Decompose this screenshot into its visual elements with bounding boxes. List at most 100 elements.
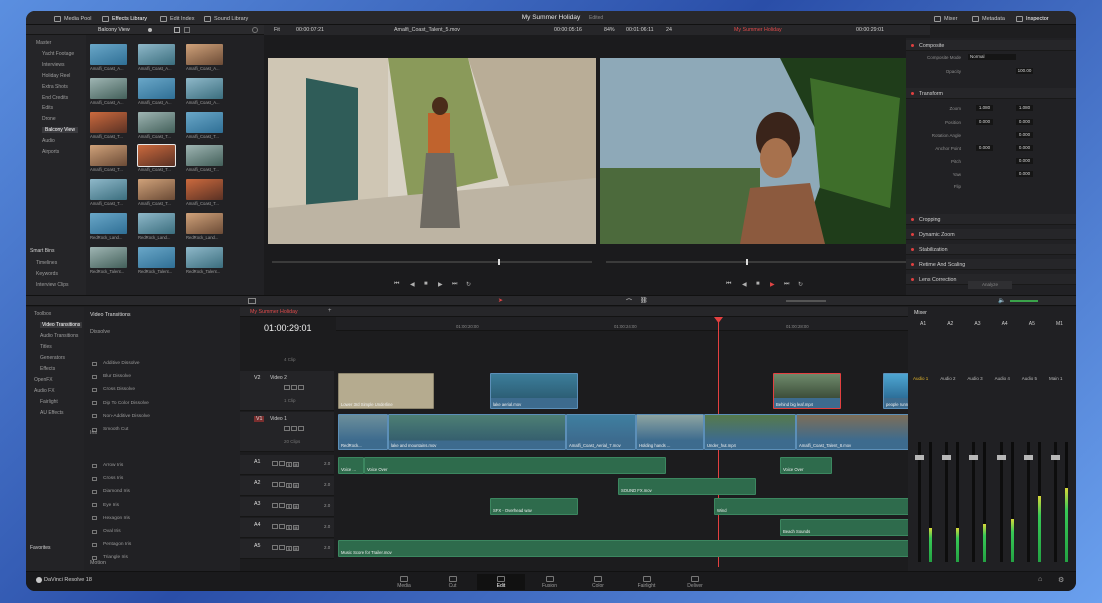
eye-icon[interactable] (291, 426, 297, 431)
list-view-icon[interactable] (184, 27, 190, 33)
inspector-section[interactable]: Retime And Scaling (906, 259, 1076, 270)
section-toggle-icon[interactable] (911, 92, 914, 95)
transition-item[interactable]: Cross Dissolve (92, 387, 135, 392)
record-zoom[interactable]: 84% (604, 27, 615, 33)
smart-bin-item[interactable]: Timelines (36, 260, 57, 266)
transition-item[interactable]: Arrow Iris (92, 463, 123, 468)
clip-thumbnail[interactable] (138, 111, 175, 133)
solo-button[interactable]: S (286, 462, 292, 467)
record-playhead[interactable] (746, 259, 748, 265)
clip-thumbnail[interactable] (138, 77, 175, 99)
lock-icon[interactable] (272, 545, 278, 550)
page-tab-fairlight[interactable]: Fairlight (623, 574, 671, 590)
solo-button[interactable]: S (286, 483, 292, 488)
mute-button[interactable]: M (293, 504, 299, 509)
record-stop-icon[interactable]: ■ (756, 281, 760, 287)
film-icon[interactable] (298, 426, 304, 431)
clip-thumbnail[interactable] (138, 179, 175, 201)
search-icon[interactable] (252, 27, 258, 33)
toolbox-item[interactable]: AU Effects (40, 410, 64, 416)
transition-item[interactable]: Eye Iris (92, 503, 119, 508)
media-pool-button[interactable]: Media Pool (54, 14, 92, 23)
source-loop-icon[interactable]: ↻ (466, 281, 471, 288)
page-tab-media[interactable]: Media (380, 574, 428, 590)
timeline-clip[interactable]: lake aerial.mov (490, 373, 578, 409)
timeline-clip[interactable]: Voice Over (364, 457, 666, 474)
toolbox-item[interactable]: Generators (40, 355, 65, 361)
inspector-button[interactable]: Inspector (1016, 14, 1049, 23)
source-play-icon[interactable]: ▶ (438, 281, 443, 288)
source-first-frame-icon[interactable]: ⏮ (394, 281, 399, 288)
timeline-clip[interactable]: Amalfi_Coast_Aerial_7.mov (566, 414, 636, 450)
toolbox-item[interactable]: Fairlight (40, 399, 58, 405)
record-scrubber[interactable] (606, 259, 924, 265)
film-icon[interactable] (279, 503, 285, 508)
track-id[interactable]: A1 (254, 459, 260, 465)
solo-button[interactable]: S (286, 525, 292, 530)
clip-thumbnail[interactable] (90, 44, 127, 65)
clip-thumbnail[interactable] (90, 145, 127, 167)
bin-item[interactable]: Airports (42, 149, 59, 155)
metadata-button[interactable]: Metadata (972, 14, 1005, 23)
channel-fader[interactable] (1026, 442, 1030, 562)
timeline-tab[interactable]: My Summer Holiday (250, 309, 298, 315)
smart-bin-item[interactable]: Interview Clips (36, 282, 69, 288)
section-toggle-icon[interactable] (911, 263, 914, 266)
channel-fader[interactable] (918, 442, 921, 562)
zoom-slider[interactable] (786, 300, 826, 302)
fader-knob[interactable] (942, 455, 952, 460)
inspector-param-value[interactable]: 1.080 (1016, 105, 1033, 111)
timeline-clip[interactable]: lake and mountains.mov (388, 414, 566, 450)
bin-item[interactable]: Edits (42, 105, 53, 111)
film-icon[interactable] (279, 545, 285, 550)
track-id[interactable]: A4 (254, 522, 260, 528)
inspector-param-value[interactable]: 0.000 (1016, 171, 1033, 177)
channel-fader[interactable] (945, 442, 949, 562)
fader-knob[interactable] (1023, 455, 1033, 460)
bin-item[interactable]: Drone (42, 116, 56, 122)
mute-button[interactable]: M (293, 462, 299, 467)
master-volume-slider[interactable] (1010, 300, 1038, 302)
lock-icon[interactable] (272, 503, 278, 508)
toolbox-toggle-icon[interactable] (248, 298, 256, 304)
transition-item[interactable]: Additive Dissolve (92, 361, 140, 366)
inspector-param-value[interactable]: 0.000 (976, 145, 993, 151)
page-tab-deliver[interactable]: Deliver (671, 574, 719, 590)
composite-mode-dropdown[interactable]: Normal (968, 54, 1016, 60)
transition-item[interactable]: Smooth Cut (92, 427, 128, 432)
section-toggle-icon[interactable] (911, 278, 914, 281)
fader-knob[interactable] (1051, 455, 1060, 460)
transition-item[interactable]: Oval Iris (92, 529, 121, 534)
source-stop-icon[interactable]: ■ (424, 281, 428, 287)
inspector-param-value[interactable]: 1.080 (976, 105, 993, 111)
inspector-section[interactable]: Stabilization (906, 244, 1076, 255)
fader-knob[interactable] (996, 455, 1006, 460)
transition-item[interactable]: Pentagon Iris (92, 542, 131, 547)
solo-button[interactable]: S (286, 504, 292, 509)
record-loop-icon[interactable]: ↻ (798, 281, 803, 288)
section-toggle-icon[interactable] (911, 248, 914, 251)
bin-item[interactable]: Master (36, 40, 51, 46)
source-zoom[interactable]: Fit (274, 27, 280, 33)
transition-item[interactable]: Hexagon Iris (92, 516, 130, 521)
fader-knob[interactable] (915, 455, 924, 460)
toolbox-item[interactable]: Toolbox (34, 311, 51, 317)
source-playhead[interactable] (498, 259, 500, 265)
transition-item[interactable]: Diamond Iris (92, 489, 130, 494)
bin-item[interactable]: Audio (42, 138, 55, 144)
bin-item[interactable]: End Credits (42, 95, 68, 101)
channel-fader[interactable] (1054, 442, 1057, 562)
toolbox-item[interactable]: OpenFX (34, 377, 53, 383)
bin-item[interactable]: Interviews (42, 62, 65, 68)
track-id[interactable]: V1 (254, 416, 265, 422)
inspector-param-value[interactable]: 0.000 (976, 119, 993, 125)
sound-library-button[interactable]: Sound Library (204, 14, 248, 23)
selection-tool-icon[interactable]: ➤ (498, 297, 503, 304)
inspector-param-value[interactable]: 0.000 (1016, 119, 1033, 125)
timeline-clip[interactable]: Holding hands ... (636, 414, 704, 450)
solo-button[interactable]: S (286, 546, 292, 551)
clip-thumbnail[interactable] (186, 179, 223, 201)
track-id[interactable]: A3 (254, 501, 260, 507)
section-toggle-icon[interactable] (911, 44, 914, 47)
transition-item[interactable]: Non-Additive Dissolve (92, 414, 150, 419)
